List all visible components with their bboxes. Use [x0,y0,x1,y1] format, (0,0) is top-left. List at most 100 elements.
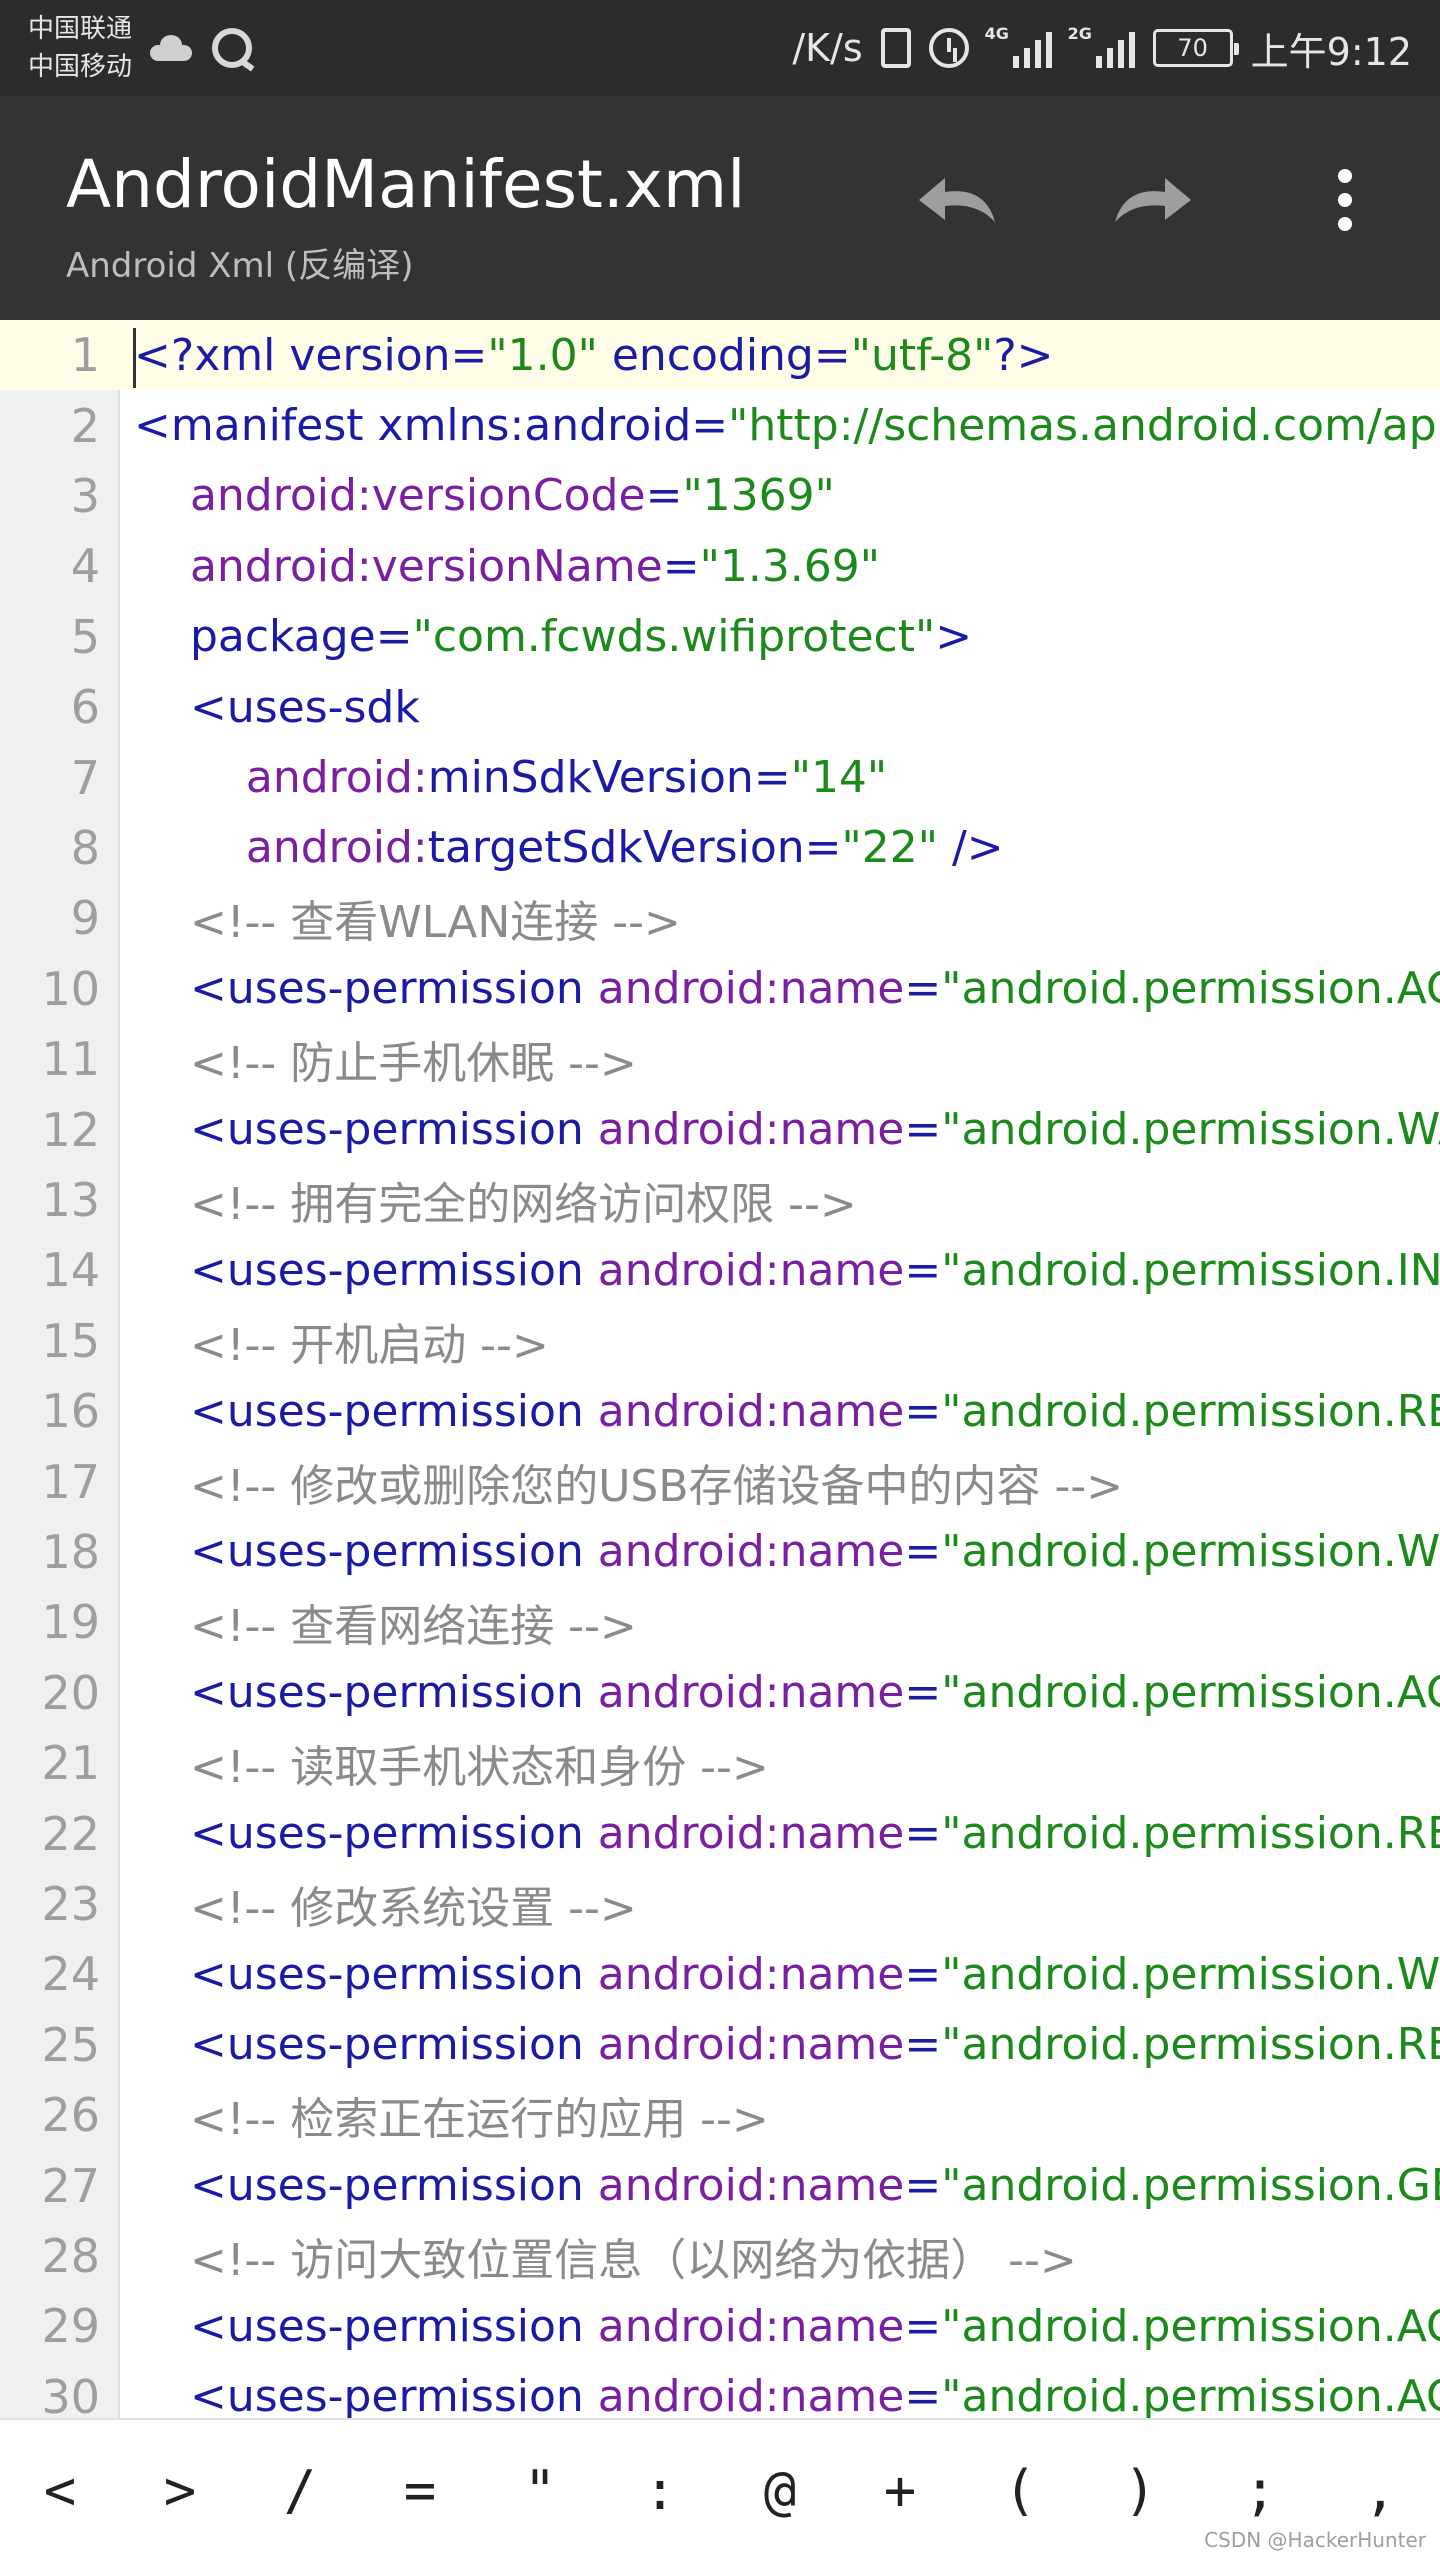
code-text: android:versionCode="1369" [120,470,835,521]
code-line[interactable]: 22 <uses-permission android:name="androi… [0,1798,1440,1868]
code-text: <!-- 修改系统设置 --> [120,1872,637,1936]
code-line[interactable]: 6 <uses-sdk [0,672,1440,742]
line-number: 26 [41,2088,100,2143]
code-token-val: "android.permission.ACC [941,1667,1440,1719]
code-token-val: "android.permission.REC [941,1385,1440,1437]
symbol-key[interactable]: , [1330,2440,1430,2540]
code-text: <!-- 检索正在运行的应用 --> [120,2083,769,2147]
code-token-val: "android.permission.ACC [941,2300,1440,2352]
code-line[interactable]: 16 <uses-permission android:name="androi… [0,1376,1440,1446]
file-title: AndroidManifest.xml [66,146,746,223]
symbol-key[interactable]: ( [970,2440,1070,2540]
code-token-tag: <manifest [134,400,378,452]
code-line[interactable]: 13 <!-- 拥有完全的网络访问权限 --> [0,1165,1440,1235]
code-token-val: "22" [841,822,938,874]
undo-icon [919,178,995,222]
code-token-tag: <uses-permission [189,1385,598,1437]
symbol-key[interactable]: ; [1210,2440,1310,2540]
code-line[interactable]: 25 <uses-permission android:name="androi… [0,2010,1440,2080]
symbol-key[interactable]: @ [730,2440,830,2540]
code-token-punc: = [904,1526,942,1578]
code-line[interactable]: 12 <uses-permission android:name="androi… [0,1094,1440,1164]
code-token-val: "14" [790,752,888,804]
symbol-key[interactable]: ) [1090,2440,1190,2540]
code-token-attr: android:name [597,2371,905,2418]
code-line[interactable]: 14 <uses-permission android:name="androi… [0,1235,1440,1305]
code-line[interactable]: 30 <uses-permission android:name="androi… [0,2362,1440,2418]
code-line[interactable]: 28 <!-- 访问大致位置信息（以网络为依据） --> [0,2221,1440,2291]
code-line[interactable]: 2 <manifest xmlns:android="http://schemas… [0,390,1440,460]
code-token-punc: = [904,1244,942,1296]
code-editor[interactable]: 1 <?xml version="1.0" encoding="utf-8"?> 2… [0,320,1440,2418]
code-token-tag: <uses-permission [189,2019,598,2071]
code-line[interactable]: 24 <uses-permission android:name="androi… [0,1939,1440,2009]
symbol-key[interactable]: : [610,2440,710,2540]
symbol-key[interactable]: " [490,2440,590,2540]
code-token-val: "1.3.69" [699,540,881,592]
code-text: <uses-sdk [120,682,420,733]
code-token-punc: = [450,329,488,381]
symbol-key[interactable]: > [130,2440,230,2540]
code-token-punc: <?xml [134,329,290,381]
line-number: 10 [41,961,100,1016]
more-options-button[interactable] [1310,160,1380,240]
line-number: 12 [41,1102,100,1157]
code-token-attr: android: [245,752,428,804]
code-line[interactable]: 1 <?xml version="1.0" encoding="utf-8"?> [0,320,1440,391]
code-line[interactable]: 26 <!-- 检索正在运行的应用 --> [0,2080,1440,2150]
vibrate-icon [880,28,911,68]
code-token-cmt: <!-- 开机启动 --> [189,1319,549,1371]
code-token-tag: <uses-permission [189,963,598,1015]
code-token-tag: <uses-sdk [189,681,420,733]
code-line[interactable]: 11 <!-- 防止手机休眠 --> [0,1024,1440,1094]
code-token-val: "android.permission.ACC [941,2371,1440,2418]
line-number: 18 [41,1524,100,1579]
code-line[interactable]: 3 android:versionCode="1369" [0,461,1440,531]
redo-icon [1115,178,1191,222]
line-number: 2 [70,398,100,453]
symbol-key[interactable]: < [10,2440,110,2540]
code-line[interactable]: 17 <!-- 修改或删除您的USB存储设备中的内容 --> [0,1446,1440,1516]
code-token-cmt: <!-- 读取手机状态和身份 --> [189,1742,769,1794]
code-text: <!-- 开机启动 --> [120,1309,549,1373]
code-line[interactable]: 5 package="com.fcwds.wifiprotect"> [0,602,1440,672]
symbol-key[interactable]: + [850,2440,950,2540]
code-token-tag: <uses-permission [189,2160,598,2212]
line-number: 19 [41,1595,100,1650]
code-token-val: "android.permission.WRI [941,1948,1440,2000]
code-token-cmt: <!-- 拥有完全的网络访问权限 --> [189,1178,857,1230]
line-number: 6 [70,680,100,735]
line-number: 21 [41,1736,100,1791]
battery-icon: 70 [1152,29,1239,67]
code-text: android:targetSdkVersion="22" /> [120,822,1004,873]
line-number: 15 [41,1313,100,1368]
code-line[interactable]: 20 <uses-permission android:name="androi… [0,1658,1440,1728]
code-token-attr: android:name [597,1385,905,1437]
code-line[interactable]: 18 <uses-permission android:name="androi… [0,1517,1440,1587]
code-line[interactable]: 29 <uses-permission android:name="androi… [0,2291,1440,2361]
code-line[interactable]: 4 android:versionName="1.3.69" [0,531,1440,601]
signal-4g-icon: 4G [985,24,1052,68]
code-line[interactable]: 27 <uses-permission android:name="androi… [0,2150,1440,2220]
carrier-info: 中国联通 中国移动 [28,10,132,86]
watermark: CSDN @HackerHunter [1204,2528,1426,2552]
code-line[interactable]: 10 <uses-permission android:name="androi… [0,954,1440,1024]
code-line[interactable]: 8 android:targetSdkVersion="22" /> [0,813,1440,883]
line-number: 22 [41,1806,100,1861]
code-line[interactable]: 7 android:minSdkVersion="14" [0,742,1440,812]
code-token-val: "android.permission.WAK [941,1104,1440,1156]
code-token-attr: android:name [597,1948,905,2000]
code-line[interactable]: 19 <!-- 查看网络连接 --> [0,1587,1440,1657]
symbol-key[interactable]: = [370,2440,470,2540]
code-line[interactable]: 15 <!-- 开机启动 --> [0,1306,1440,1376]
code-token-cmt: <!-- 访问大致位置信息（以网络为依据） --> [189,2234,1077,2286]
code-text: <uses-permission android:name="android.p… [120,2371,1440,2418]
code-line[interactable]: 23 <!-- 修改系统设置 --> [0,1869,1440,1939]
code-token-val: "android.permission.REA [941,2019,1440,2071]
code-line[interactable]: 9 <!-- 查看WLAN连接 --> [0,883,1440,953]
redo-button[interactable] [1100,160,1200,240]
code-token-punc: = [375,611,413,663]
undo-button[interactable] [910,160,1010,240]
symbol-key[interactable]: / [250,2440,350,2540]
code-line[interactable]: 21 <!-- 读取手机状态和身份 --> [0,1728,1440,1798]
